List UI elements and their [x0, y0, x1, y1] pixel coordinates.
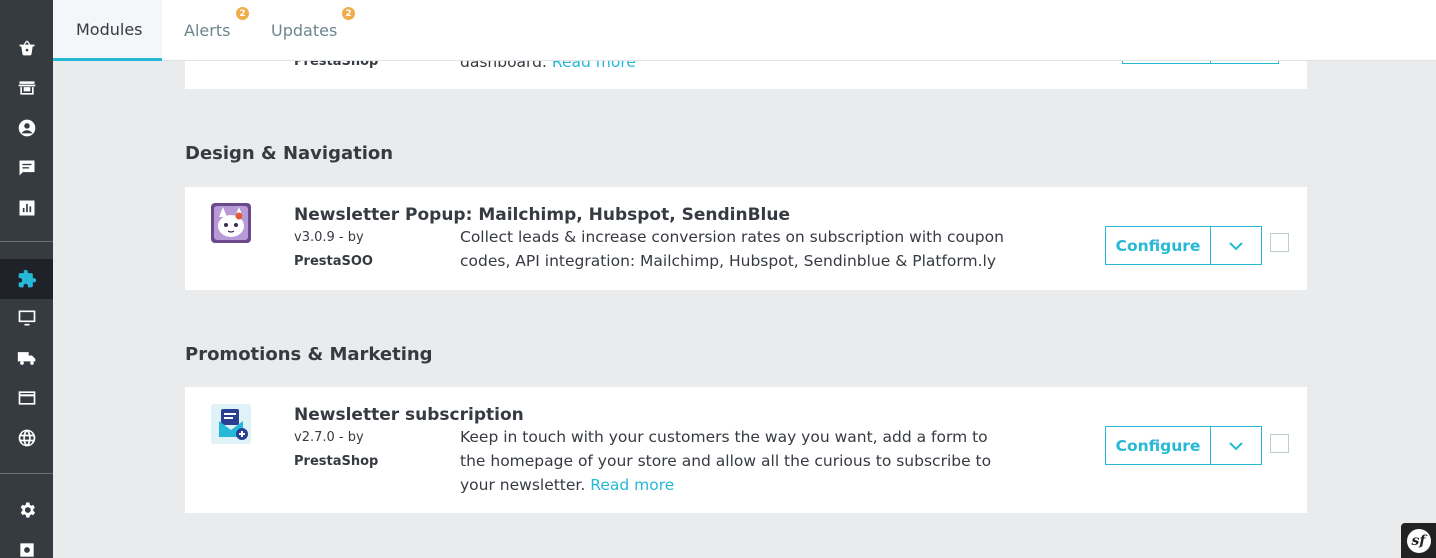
gear-icon[interactable] — [0, 490, 53, 530]
module-name: Newsletter Popup: Mailchimp, Hubspot, Se… — [294, 205, 790, 225]
module-description-text: dashboard. — [460, 61, 547, 71]
symfony-icon: sf — [1406, 528, 1431, 553]
basket-icon[interactable] — [0, 28, 53, 68]
user-icon[interactable] — [0, 108, 53, 148]
tab-alerts-label: Alerts — [184, 21, 231, 40]
puzzle-icon[interactable] — [0, 259, 53, 299]
module-author: PrestaShop — [294, 61, 379, 69]
tab-bar: Modules Alerts 2 Updates 2 — [53, 0, 1436, 61]
globe-icon[interactable] — [0, 418, 53, 458]
module-version: v3.0.9 - by — [294, 230, 364, 245]
tab-updates-label: Updates — [271, 21, 338, 40]
tab-modules-label: Modules — [76, 19, 143, 39]
section-title: Promotions & Marketing — [185, 344, 433, 365]
sidebar-divider — [0, 241, 53, 242]
read-more-link[interactable]: Read more — [590, 476, 674, 494]
updates-count-badge: 2 — [342, 7, 355, 20]
configure-button[interactable]: Configure — [1106, 227, 1211, 264]
credit-card-icon[interactable] — [0, 378, 53, 418]
configure-button-group: Configure — [1105, 226, 1262, 265]
gear-icon[interactable] — [0, 530, 53, 558]
module-description: dashboard. Read more — [460, 61, 1010, 74]
module-card: Newsletter Popup: Mailchimp, Hubspot, Se… — [185, 187, 1307, 290]
module-logo — [211, 203, 251, 243]
module-select-checkbox[interactable] — [1270, 434, 1289, 453]
module-description: Collect leads & increase conversion rate… — [460, 228, 1004, 270]
sidebar — [0, 0, 53, 558]
configure-button-group[interactable] — [1122, 61, 1279, 64]
module-author: PrestaShop — [294, 454, 379, 469]
tab-modules[interactable]: Modules — [53, 0, 162, 61]
tab-alerts[interactable]: Alerts — [184, 0, 230, 61]
store-icon[interactable] — [0, 68, 53, 108]
tab-updates[interactable]: Updates — [271, 0, 337, 61]
read-more-link[interactable]: Read more — [552, 61, 636, 71]
module-card: Newsletter subscription v2.7.0 - by Pres… — [185, 387, 1307, 513]
module-author: PrestaSOO — [294, 254, 373, 269]
symfony-toolbar-toggle[interactable]: sf — [1401, 523, 1436, 558]
configure-button-group: Configure — [1105, 426, 1262, 465]
module-description: Keep in touch with your customers the wa… — [460, 425, 1010, 497]
stats-icon[interactable] — [0, 188, 53, 228]
monitor-icon[interactable] — [0, 298, 53, 338]
module-name: Newsletter subscription — [294, 405, 524, 425]
chat-icon[interactable] — [0, 148, 53, 188]
module-card: PrestaShop dashboard. Read more — [185, 61, 1307, 89]
module-description-text: Keep in touch with your customers the wa… — [460, 428, 992, 494]
sidebar-divider — [0, 473, 53, 474]
alerts-count-badge: 2 — [236, 7, 249, 20]
section-title: Design & Navigation — [185, 143, 394, 164]
chevron-down-icon[interactable] — [1211, 427, 1261, 464]
module-select-checkbox[interactable] — [1270, 233, 1289, 252]
module-logo — [211, 404, 251, 444]
module-version: v2.7.0 - by — [294, 430, 364, 445]
truck-icon[interactable] — [0, 338, 53, 378]
configure-button[interactable]: Configure — [1106, 427, 1211, 464]
chevron-down-icon[interactable] — [1211, 227, 1261, 264]
